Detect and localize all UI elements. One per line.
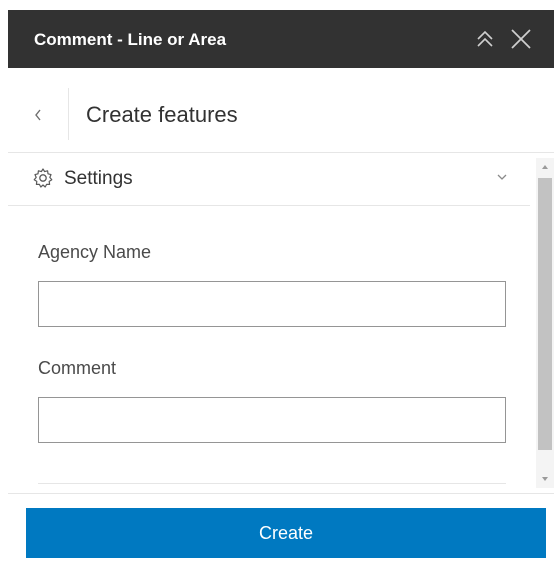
chevron-left-icon: [35, 109, 41, 121]
collapse-button[interactable]: [472, 26, 498, 52]
close-icon: [511, 29, 531, 49]
gear-icon: [33, 168, 53, 188]
scroll-up-arrow-icon: [542, 165, 548, 169]
create-features-header: Create features: [8, 68, 554, 153]
widget-title: Comment - Line or Area: [34, 30, 227, 49]
agency-name-input[interactable]: [38, 281, 506, 327]
create-features-widget: Comment - Line or Area Create features S…: [8, 10, 554, 565]
chevron-down-icon: [497, 174, 507, 180]
back-button[interactable]: [8, 88, 69, 140]
settings-label: Settings: [64, 168, 133, 189]
comment-label: Comment: [38, 358, 117, 378]
settings-toggle[interactable]: Settings: [8, 153, 530, 206]
comment-input[interactable]: [38, 397, 506, 443]
scroll-up-button[interactable]: [536, 158, 554, 176]
scroll-down-arrow-icon: [542, 477, 548, 481]
double-chevron-up-icon: [477, 30, 493, 47]
form-scrollbar[interactable]: [536, 158, 554, 488]
field-divider: [38, 483, 506, 484]
agency-name-label: Agency Name: [38, 242, 152, 262]
scroll-down-button[interactable]: [536, 470, 554, 488]
close-button[interactable]: [508, 26, 534, 52]
create-button[interactable]: Create: [26, 508, 546, 558]
footer-divider: [8, 493, 554, 494]
widget-header: Comment - Line or Area: [8, 10, 554, 68]
scrollbar-thumb[interactable]: [538, 178, 552, 450]
form-content: Settings Agency Name Comment: [8, 153, 554, 493]
create-features-title: Create features: [86, 102, 238, 127]
